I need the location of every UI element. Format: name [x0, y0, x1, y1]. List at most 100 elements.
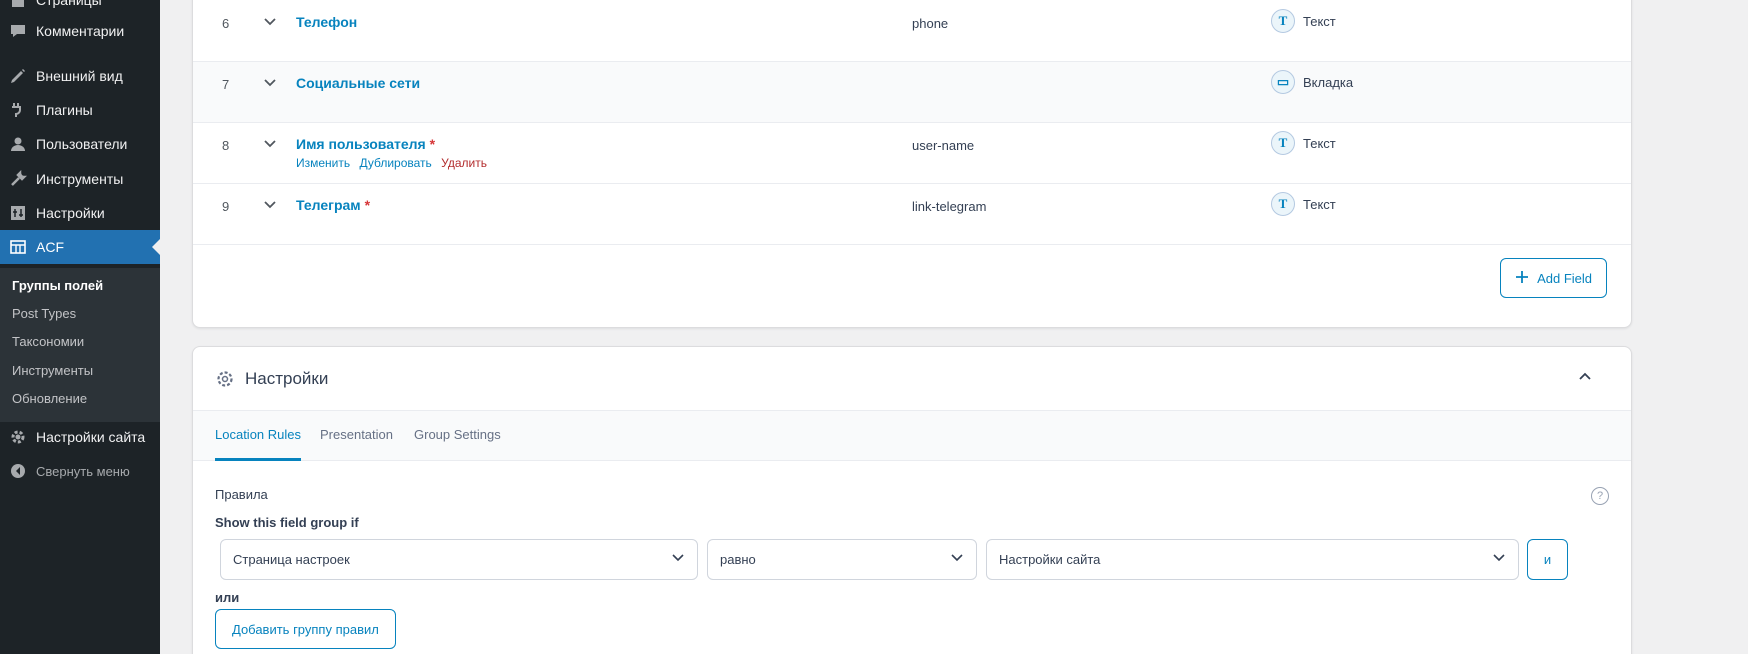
chevron-up-icon[interactable]: [1577, 369, 1593, 388]
help-icon[interactable]: ?: [1591, 487, 1609, 505]
field-order: 9: [222, 199, 230, 214]
field-type-label: Текст: [1303, 196, 1336, 212]
chevron-down-icon[interactable]: [263, 15, 277, 32]
field-type: T Текст: [1271, 192, 1336, 216]
field-label-text: Имя пользователя: [296, 136, 426, 152]
menu-label: ACF: [36, 239, 64, 255]
menu-item-plugins[interactable]: Плагины: [0, 93, 160, 127]
menu-item-settings[interactable]: Настройки: [0, 196, 160, 230]
menu-label: Комментарии: [36, 23, 125, 39]
submenu-tools[interactable]: Инструменты: [12, 363, 93, 378]
menu-item-users[interactable]: Пользователи: [0, 127, 160, 161]
chevron-down-icon: [1492, 551, 1506, 568]
menu-item-acf[interactable]: ACF: [0, 230, 160, 264]
menu-item-tools[interactable]: Инструменты: [0, 162, 160, 196]
edit-link[interactable]: Изменить: [296, 156, 350, 170]
gear-icon: [0, 428, 36, 446]
field-label[interactable]: Телефон: [296, 14, 357, 30]
users-icon: [0, 135, 36, 153]
add-field-button[interactable]: Add Field: [1500, 258, 1607, 298]
settings-title: Настройки: [245, 369, 329, 388]
comments-icon: [0, 22, 36, 40]
plus-icon: [1515, 270, 1529, 287]
submenu-updates[interactable]: Обновление: [12, 391, 87, 406]
collapse-icon: [0, 463, 36, 479]
field-label-text: Телеграм: [296, 197, 361, 213]
field-type-label: Вкладка: [1303, 74, 1354, 90]
or-label: или: [215, 590, 240, 605]
menu-item-appearance[interactable]: Внешний вид: [0, 59, 160, 93]
chevron-down-icon[interactable]: [263, 198, 277, 215]
show-if-label: Show this field group if: [215, 515, 359, 530]
field-label-text: Телефон: [296, 14, 358, 30]
field-type: T Текст: [1271, 131, 1336, 155]
menu-item-comments[interactable]: Комментарии: [0, 14, 160, 48]
field-type: T Текст: [1271, 9, 1336, 33]
field-row[interactable]: 8 Имя пользователя * Изменить Дублироват…: [193, 123, 1631, 184]
chevron-down-icon[interactable]: [263, 137, 277, 154]
menu-label: Внешний вид: [36, 68, 123, 84]
field-order: 6: [222, 16, 230, 31]
acf-icon: [0, 238, 36, 256]
plugins-icon: [0, 101, 36, 119]
menu-item-site-settings[interactable]: Настройки сайта: [0, 420, 160, 454]
text-icon: T: [1271, 9, 1295, 33]
field-row[interactable]: 7 Социальные сети ▭ Вкладка: [193, 62, 1631, 123]
field-order: 8: [222, 138, 230, 153]
add-rule-group-button[interactable]: Добавить группу правил: [215, 609, 396, 649]
add-and-rule-button[interactable]: и: [1527, 539, 1568, 580]
pages-icon: [0, 0, 36, 9]
rule-operator-select[interactable]: равно: [707, 539, 977, 580]
submenu-taxonomies[interactable]: Таксономии: [12, 334, 84, 349]
menu-label: Страницы: [36, 0, 102, 8]
tab-group-settings[interactable]: Group Settings: [414, 427, 501, 461]
rule-operator-value: равно: [720, 552, 756, 567]
settings-tabs: Location Rules Presentation Group Settin…: [193, 411, 1631, 461]
field-label[interactable]: Имя пользователя *: [296, 136, 435, 152]
menu-label: Инструменты: [36, 171, 124, 187]
submenu-field-groups[interactable]: Группы полей: [12, 278, 103, 293]
settings-header[interactable]: Настройки: [193, 347, 1631, 411]
row-actions: Изменить Дублировать Удалить: [296, 156, 493, 170]
fields-panel: 6 Телефон phone T Текст 7 Социальные сети…: [192, 0, 1632, 328]
text-icon: T: [1271, 131, 1295, 155]
field-label-text: Социальные сети: [296, 75, 421, 91]
tab-location-rules[interactable]: Location Rules: [215, 427, 301, 461]
field-name: phone: [912, 16, 949, 31]
acf-submenu: Группы полей Post Types Таксономии Инстр…: [0, 268, 160, 422]
rule-param-select[interactable]: Страница настроек: [220, 539, 698, 580]
collapse-label: Свернуть меню: [36, 463, 130, 479]
menu-label: Настройки: [36, 205, 105, 221]
add-field-label: Add Field: [1537, 270, 1592, 286]
gear-icon: [215, 369, 235, 392]
field-label[interactable]: Социальные сети: [296, 75, 420, 91]
required-marker: *: [429, 136, 436, 152]
tab-presentation[interactable]: Presentation: [320, 427, 393, 461]
chevron-down-icon[interactable]: [263, 76, 277, 93]
menu-label: Пользователи: [36, 136, 128, 152]
field-label[interactable]: Телеграм *: [296, 197, 370, 213]
appearance-icon: [0, 67, 36, 85]
rule-value-select[interactable]: Настройки сайта: [986, 539, 1519, 580]
field-type-label: Текст: [1303, 135, 1336, 151]
tools-icon: [0, 170, 36, 188]
required-marker: *: [364, 197, 371, 213]
tab-icon: ▭: [1271, 70, 1295, 94]
menu-label: Плагины: [36, 102, 93, 118]
field-name: user-name: [912, 138, 975, 153]
menu-label: Настройки сайта: [36, 429, 146, 445]
field-name: link-telegram: [912, 199, 987, 214]
submenu-post-types[interactable]: Post Types: [12, 306, 76, 321]
admin-sidebar: Страницы Комментарии Внешний вид Плагины…: [0, 0, 160, 654]
field-type-label: Текст: [1303, 13, 1336, 29]
duplicate-link[interactable]: Дублировать: [359, 156, 431, 170]
settings-panel: Настройки Location Rules Presentation Gr…: [192, 346, 1632, 654]
settings-icon: [0, 204, 36, 222]
collapse-menu-button[interactable]: Свернуть меню: [0, 456, 160, 486]
delete-link[interactable]: Удалить: [441, 156, 487, 170]
rule-value-value: Настройки сайта: [999, 552, 1101, 567]
field-row[interactable]: 6 Телефон phone T Текст: [193, 1, 1631, 62]
field-row[interactable]: 9 Телеграм * link-telegram T Текст: [193, 184, 1631, 245]
chevron-down-icon: [671, 551, 685, 568]
rule-param-value: Страница настроек: [233, 552, 350, 567]
